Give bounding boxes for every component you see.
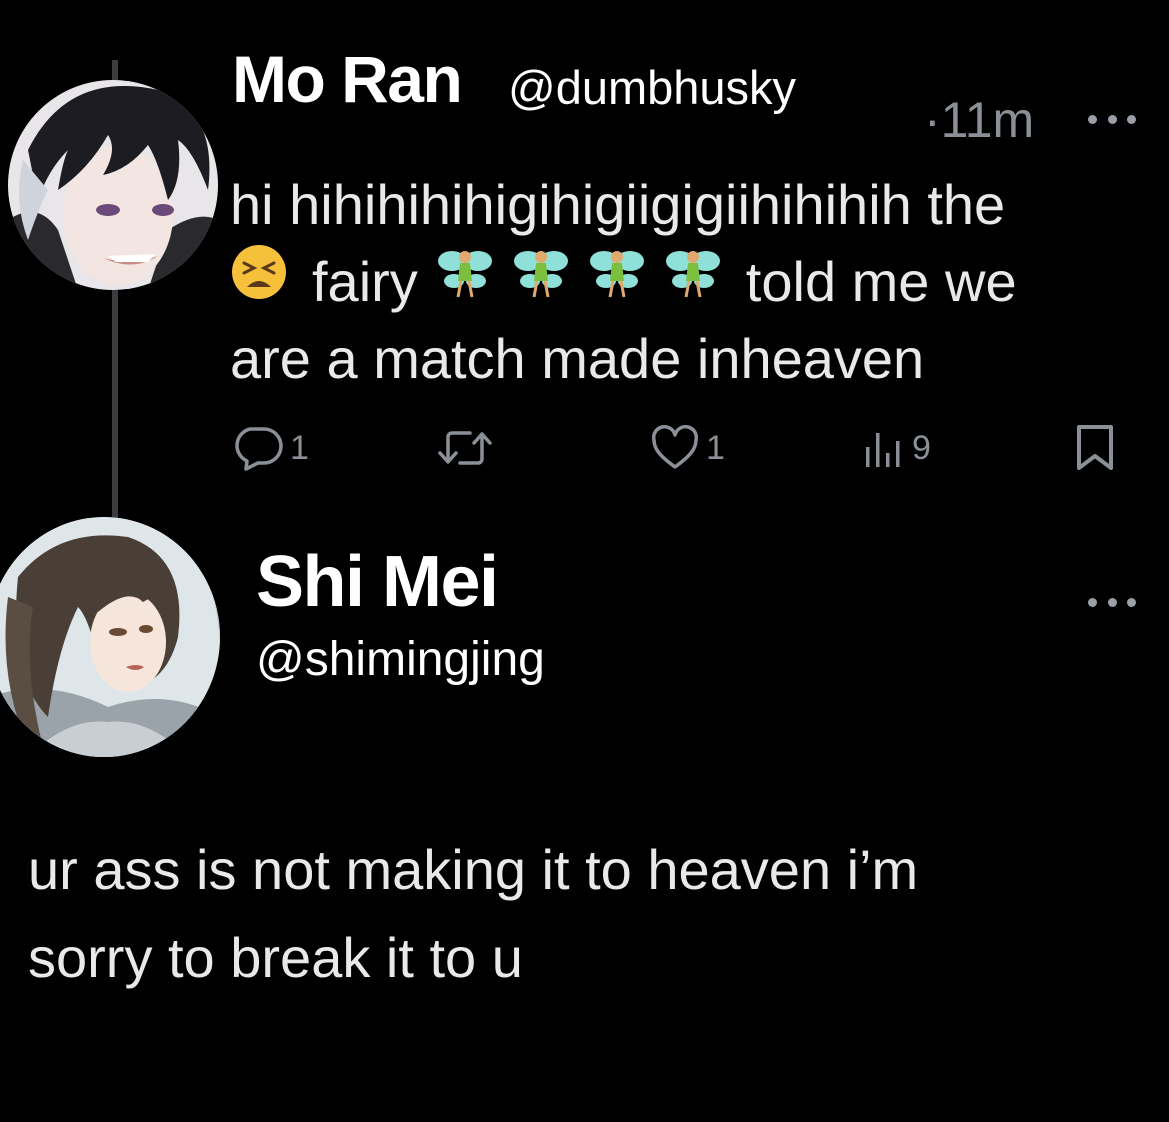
- tweet-text-segment: fairy: [312, 250, 418, 313]
- tweet-timestamp[interactable]: ·11m: [924, 95, 1034, 145]
- reply-author-name[interactable]: Shi Mei: [256, 546, 499, 618]
- reply-icon: [230, 425, 284, 471]
- reply-button[interactable]: 1: [230, 420, 309, 476]
- author-name[interactable]: Mo Ran: [232, 46, 463, 112]
- fairy-emoji: [512, 243, 570, 320]
- bookmark-icon: [1074, 423, 1116, 473]
- fairy-emoji: [436, 243, 494, 320]
- tired-face-emoji: [230, 243, 288, 320]
- tweet-text-line: are a match made inheaven: [230, 327, 925, 390]
- tweet-action-bar: 1 1 9: [0, 420, 1169, 476]
- reply-text: ur ass is not making it to heaven i’m so…: [28, 826, 1128, 1002]
- bookmark-button[interactable]: [1074, 420, 1116, 476]
- retweet-button[interactable]: [436, 420, 494, 476]
- avatar-shi-mei[interactable]: [0, 517, 220, 757]
- reply-text-line: sorry to break it to u: [28, 926, 523, 989]
- reply-text-line: ur ass is not making it to heaven i’m: [28, 838, 919, 901]
- more-dots-icon[interactable]: [1088, 112, 1136, 126]
- reply-author-handle[interactable]: @shimingjing: [256, 636, 545, 684]
- views-chart-icon: [862, 425, 906, 471]
- fairy-emoji: [588, 243, 646, 320]
- tweet-text-line: hi hihihihihigihigiigigiihihihih the: [230, 173, 1006, 236]
- tweet-text: hi hihihihihigihigiigigiihihihih the fai…: [230, 166, 1130, 397]
- fairy-emoji-group: [436, 243, 722, 320]
- like-button[interactable]: 1: [650, 420, 725, 476]
- like-count: 1: [706, 429, 725, 467]
- avatar-mo-ran[interactable]: [8, 80, 218, 290]
- more-dots-icon[interactable]: [1088, 595, 1136, 609]
- author-handle[interactable]: @dumbhusky: [508, 64, 796, 111]
- heart-icon: [650, 425, 700, 471]
- retweet-icon: [436, 425, 494, 471]
- fairy-emoji: [664, 243, 722, 320]
- reply-count: 1: [290, 429, 309, 467]
- tweet-text-segment: told me we: [745, 250, 1017, 313]
- tweet-text-line: fairy told me we: [230, 243, 1130, 320]
- views-count: 9: [912, 429, 931, 467]
- views-button[interactable]: 9: [862, 420, 931, 476]
